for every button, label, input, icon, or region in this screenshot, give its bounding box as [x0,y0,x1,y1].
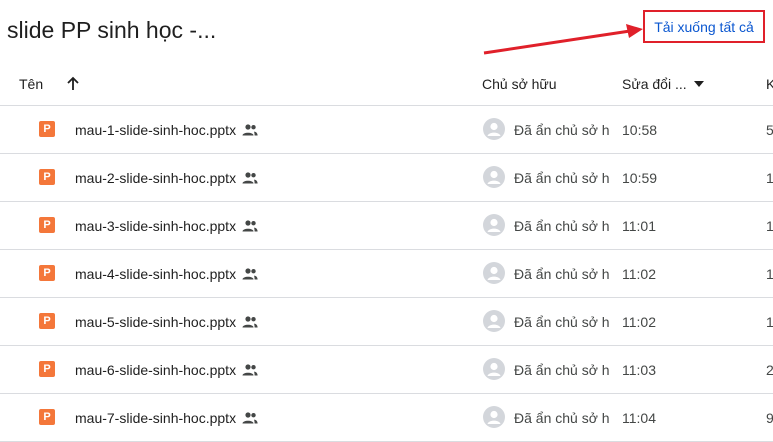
download-all-button[interactable]: Tải xuống tất cả [654,19,754,35]
download-all-highlight: Tải xuống tất cả [643,10,765,43]
caret-down-icon [693,80,704,87]
file-name: mau-7-slide-sinh-hoc.pptx [75,409,237,426]
anonymous-user-avatar [483,406,505,428]
table-row[interactable]: P mau-7-slide-sinh-hoc.pptx Đã ẩn chủ sở… [0,394,773,442]
file-name: mau-2-slide-sinh-hoc.pptx [75,169,237,186]
anonymous-user-avatar [483,118,505,140]
shared-people-icon [242,411,258,423]
size-cell: 1 [766,217,773,234]
shared-people-icon [242,315,258,327]
annotation-arrow [483,24,643,55]
file-name: mau-3-slide-sinh-hoc.pptx [75,217,237,234]
file-name: mau-6-slide-sinh-hoc.pptx [75,361,237,378]
anonymous-user-avatar [483,166,505,188]
size-cell: 1 [766,313,773,330]
shared-people-icon [242,123,258,135]
modified-cell: 11:01 [622,217,656,234]
table-row[interactable]: P mau-3-slide-sinh-hoc.pptx Đã ẩn chủ sở… [0,202,773,250]
file-name-cell: mau-3-slide-sinh-hoc.pptx [75,202,258,249]
file-name-cell: mau-7-slide-sinh-hoc.pptx [75,394,258,441]
powerpoint-icon: P [39,409,55,425]
powerpoint-icon: P [39,217,55,233]
powerpoint-icon: P [39,265,55,281]
powerpoint-icon: P [39,313,55,329]
size-cell: 2 [766,361,773,378]
shared-people-icon [242,171,258,183]
file-name-cell: mau-1-slide-sinh-hoc.pptx [75,106,258,153]
owner-cell: Đã ẩn chủ sở h [514,409,609,426]
owner-cell: Đã ẩn chủ sở h [514,313,609,330]
modified-cell: 11:02 [622,265,656,282]
owner-cell: Đã ẩn chủ sở h [514,361,609,378]
owner-cell: Đã ẩn chủ sở h [514,265,609,282]
file-name-cell: mau-2-slide-sinh-hoc.pptx [75,154,258,201]
owner-cell: Đã ẩn chủ sở h [514,217,609,234]
size-cell: 1 [766,265,773,282]
size-cell: 9 [766,409,773,426]
modified-cell: 11:02 [622,313,656,330]
table-header: Tên Chủ sở hữu Sửa đổi ... K [0,62,773,106]
table-row[interactable]: P mau-4-slide-sinh-hoc.pptx Đã ẩn chủ sở… [0,250,773,298]
shared-people-icon [242,219,258,231]
shared-people-icon [242,267,258,279]
file-name-cell: mau-5-slide-sinh-hoc.pptx [75,298,258,345]
column-header-size[interactable]: K [766,62,773,105]
owner-cell: Đã ẩn chủ sở h [514,121,609,138]
folder-title: slide PP sinh học -... [7,17,217,43]
powerpoint-icon: P [39,121,55,137]
shared-people-icon [242,363,258,375]
column-header-owner[interactable]: Chủ sở hữu [482,62,557,105]
size-cell: 5 [766,121,773,138]
powerpoint-icon: P [39,169,55,185]
anonymous-user-avatar [483,262,505,284]
modified-cell: 10:58 [622,121,658,138]
size-cell: 1 [766,169,773,186]
file-list: P mau-1-slide-sinh-hoc.pptx Đã ẩn chủ sở… [0,106,773,442]
modified-cell: 10:59 [622,169,658,186]
file-name-cell: mau-6-slide-sinh-hoc.pptx [75,346,258,393]
powerpoint-icon: P [39,361,55,377]
file-name: mau-5-slide-sinh-hoc.pptx [75,313,237,330]
column-header-name[interactable]: Tên [19,62,43,105]
column-header-modified[interactable]: Sửa đổi ... [622,62,706,105]
file-name: mau-4-slide-sinh-hoc.pptx [75,265,237,282]
table-row[interactable]: P mau-5-slide-sinh-hoc.pptx Đã ẩn chủ sở… [0,298,773,346]
anonymous-user-avatar [483,358,505,380]
file-name-cell: mau-4-slide-sinh-hoc.pptx [75,250,258,297]
table-row[interactable]: P mau-6-slide-sinh-hoc.pptx Đã ẩn chủ sở… [0,346,773,394]
file-name: mau-1-slide-sinh-hoc.pptx [75,121,237,138]
column-header-modified-label: Sửa đổi ... [622,75,687,92]
table-row[interactable]: P mau-1-slide-sinh-hoc.pptx Đã ẩn chủ sở… [0,106,773,154]
modified-cell: 11:04 [622,409,656,426]
anonymous-user-avatar [483,310,505,332]
anonymous-user-avatar [483,214,505,236]
modified-cell: 11:03 [622,361,656,378]
table-row[interactable]: P mau-2-slide-sinh-hoc.pptx Đã ẩn chủ sở… [0,154,773,202]
arrow-up-icon[interactable] [63,74,83,94]
owner-cell: Đã ẩn chủ sở h [514,169,609,186]
